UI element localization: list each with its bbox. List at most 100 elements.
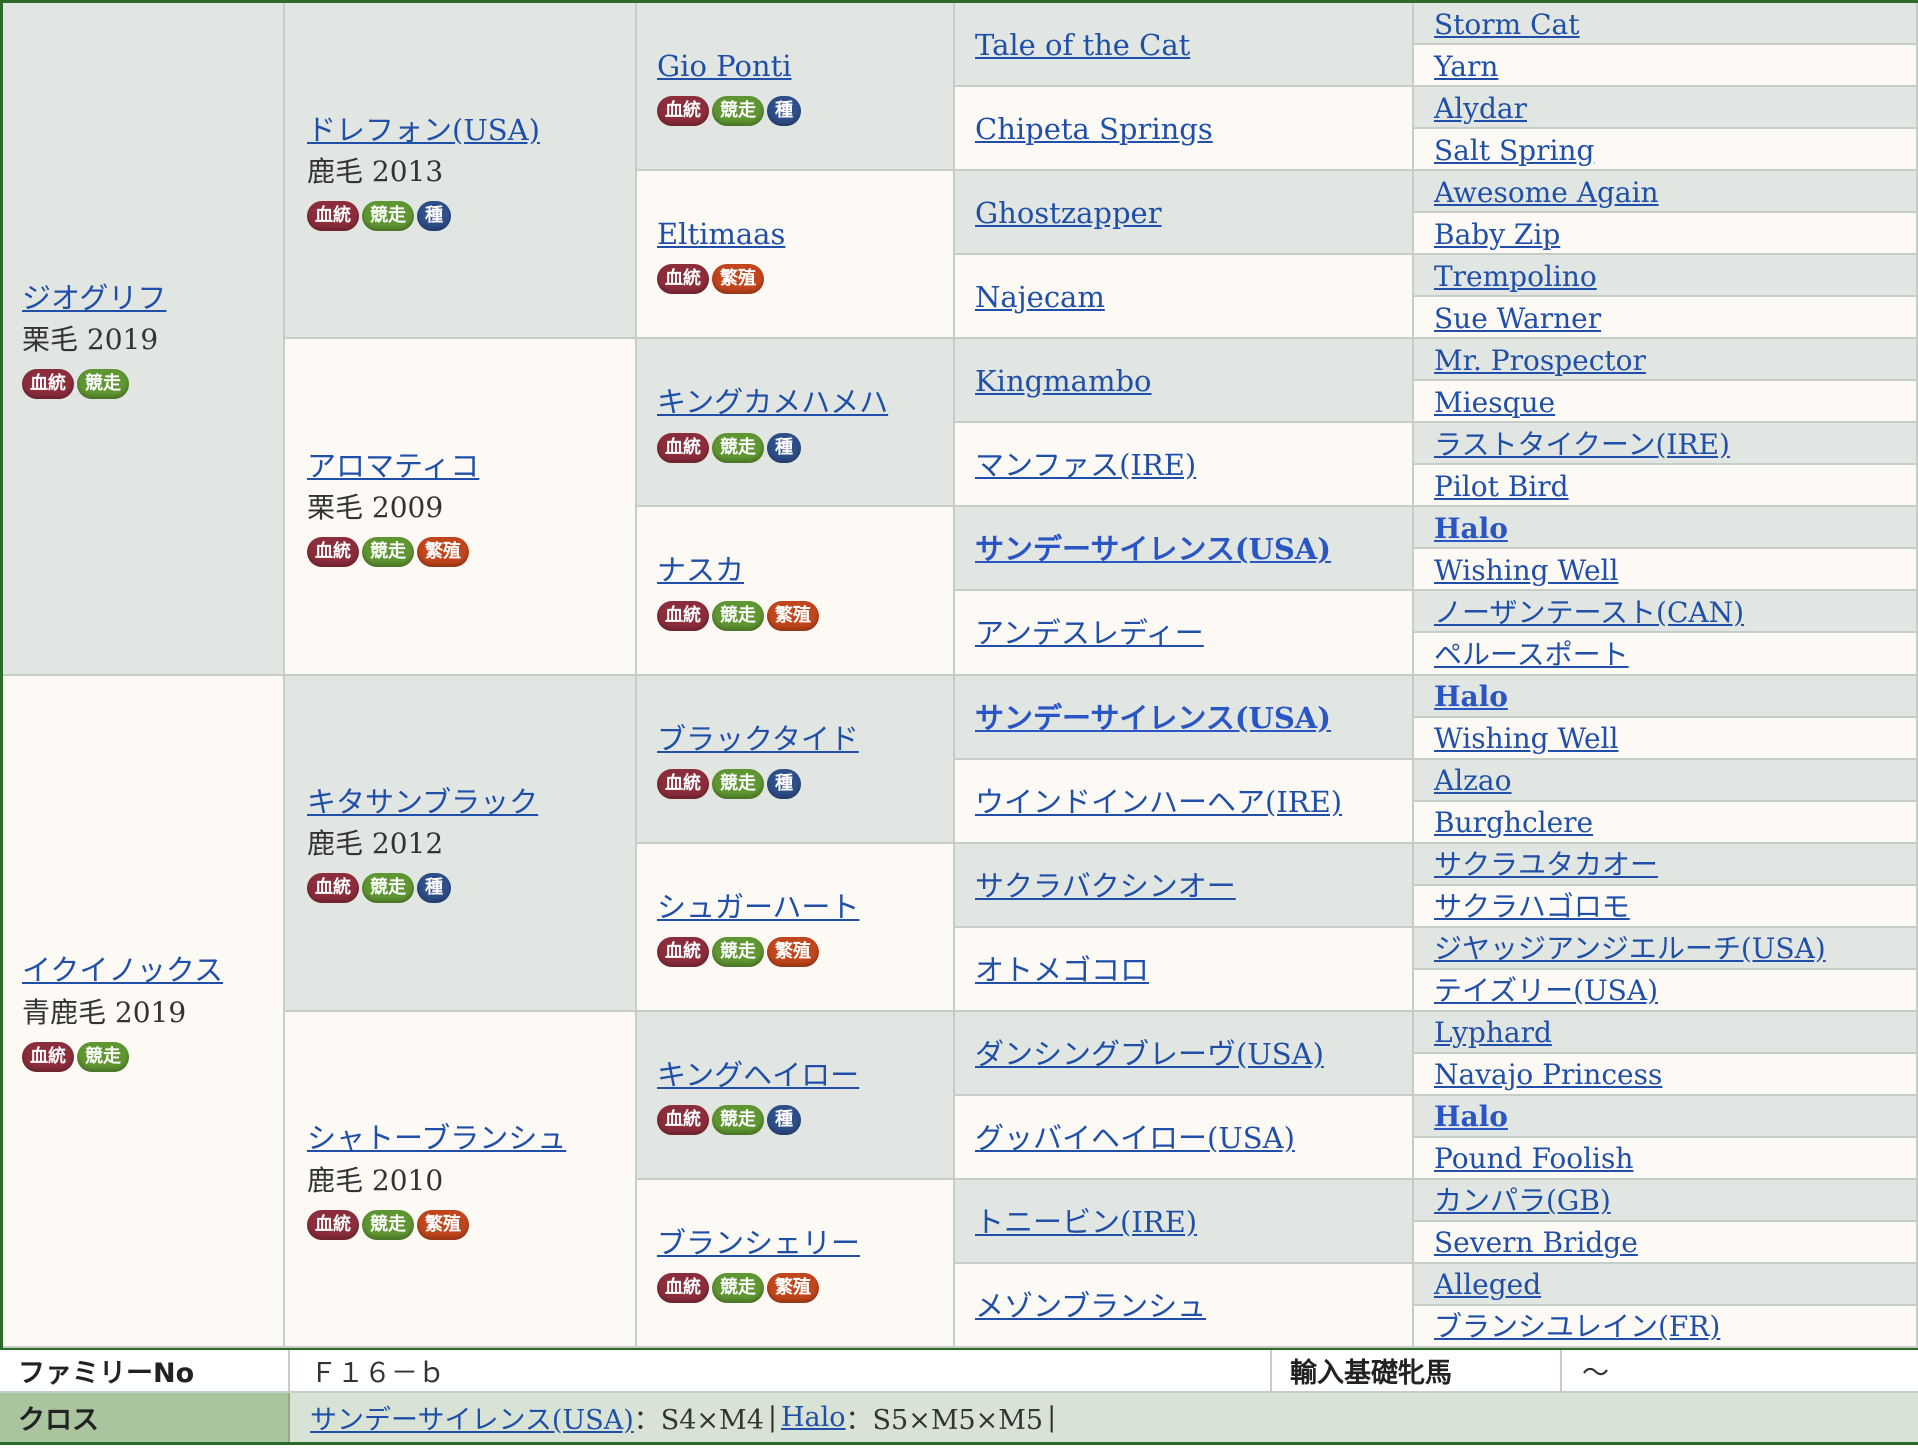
horse-name-link[interactable]: Salt Spring <box>1434 133 1594 168</box>
breed-badge[interactable]: 繁殖 <box>767 936 819 967</box>
horse-name-link[interactable]: ブランシェリー <box>657 1225 860 1261</box>
horse-name-link[interactable]: イクイノックス <box>22 952 223 988</box>
race-badge[interactable]: 競走 <box>712 936 764 967</box>
horse-name-link[interactable]: Storm Cat <box>1434 7 1580 42</box>
horse-name-link[interactable]: ナスカ <box>657 552 819 588</box>
horse-name-link[interactable]: Chipeta Springs <box>975 111 1213 147</box>
horse-name-link[interactable]: シュガーハート <box>657 889 859 925</box>
horse-name-link[interactable]: ノーザンテースト(CAN) <box>1434 595 1744 630</box>
horse-name-link[interactable]: Gio Ponti <box>657 48 801 84</box>
horse-name-link[interactable]: ドレフォン(USA) <box>307 112 540 148</box>
horse-name-link[interactable]: Miesque <box>1434 385 1555 420</box>
horse-name-link[interactable]: サクラハゴロモ <box>1434 889 1630 924</box>
blood-badge[interactable]: 血統 <box>657 264 709 295</box>
horse-name-link[interactable]: Halo <box>1434 1099 1508 1134</box>
horse-name-link[interactable]: ウインドインハーヘア(IRE) <box>975 784 1342 820</box>
blood-badge[interactable]: 血統 <box>657 1105 709 1136</box>
horse-name-link[interactable]: Navajo Princess <box>1434 1057 1662 1092</box>
race-badge[interactable]: 競走 <box>362 200 414 231</box>
blood-badge[interactable]: 血統 <box>22 369 74 399</box>
horse-name-link[interactable]: Halo <box>1434 679 1508 714</box>
race-badge[interactable]: 競走 <box>712 600 764 631</box>
horse-name-link[interactable]: Wishing Well <box>1434 721 1618 756</box>
horse-name-link[interactable]: Najecam <box>975 279 1105 315</box>
horse-name-link[interactable]: サクラユタカオー <box>1434 847 1658 882</box>
horse-name-link[interactable]: ジヤッジアンジエルーチ(USA) <box>1434 931 1826 966</box>
blood-badge[interactable]: 血統 <box>307 200 359 231</box>
horse-name-link[interactable]: ジオグリフ <box>22 280 166 316</box>
blood-badge[interactable]: 血統 <box>307 537 359 568</box>
stud-badge[interactable]: 種 <box>767 432 801 463</box>
blood-badge[interactable]: 血統 <box>657 432 709 463</box>
horse-name-link[interactable]: Yarn <box>1434 49 1498 84</box>
stud-badge[interactable]: 種 <box>417 873 451 904</box>
horse-name-link[interactable]: ペルースポート <box>1434 637 1629 672</box>
blood-badge[interactable]: 血統 <box>657 96 709 127</box>
horse-name-link[interactable]: キタサンブラック <box>307 784 538 820</box>
horse-name-link[interactable]: Baby Zip <box>1434 217 1560 252</box>
race-badge[interactable]: 競走 <box>712 96 764 127</box>
horse-name-link[interactable]: ラストタイクーン(IRE) <box>1434 427 1730 462</box>
horse-name-link[interactable]: サクラバクシンオー <box>975 868 1236 904</box>
race-badge[interactable]: 競走 <box>77 369 129 399</box>
breed-badge[interactable]: 繁殖 <box>712 264 764 295</box>
horse-name-link[interactable]: ブランシユレイン(FR) <box>1434 1309 1720 1344</box>
race-badge[interactable]: 競走 <box>362 537 414 568</box>
blood-badge[interactable]: 血統 <box>22 1041 74 1072</box>
horse-name-link[interactable]: マンファス(IRE) <box>975 447 1196 483</box>
horse-name-link[interactable]: サンデーサイレンス(USA) <box>975 700 1331 736</box>
blood-badge[interactable]: 血統 <box>307 1209 359 1240</box>
breed-badge[interactable]: 繁殖 <box>417 1209 469 1240</box>
horse-name-link[interactable]: Pound Foolish <box>1434 1141 1633 1176</box>
horse-name-link[interactable]: キングヘイロー <box>657 1057 859 1093</box>
horse-name-link[interactable]: テイズリー(USA) <box>1434 973 1658 1008</box>
horse-name-link[interactable]: メゾンブランシュ <box>975 1288 1206 1324</box>
horse-name-link[interactable]: シャトーブランシュ <box>307 1120 566 1156</box>
cross-horse-link[interactable]: サンデーサイレンス(USA) <box>310 1398 634 1437</box>
horse-name-link[interactable]: Severn Bridge <box>1434 1225 1638 1260</box>
horse-name-link[interactable]: Mr. Prospector <box>1434 343 1646 378</box>
breed-badge[interactable]: 繁殖 <box>417 537 469 568</box>
horse-name-link[interactable]: ダンシングブレーヴ(USA) <box>975 1036 1324 1072</box>
race-badge[interactable]: 競走 <box>362 1209 414 1240</box>
horse-name-link[interactable]: サンデーサイレンス(USA) <box>975 531 1331 567</box>
horse-name-link[interactable]: Trempolino <box>1434 259 1597 294</box>
stud-badge[interactable]: 種 <box>767 1105 801 1136</box>
horse-name-link[interactable]: Burghclere <box>1434 805 1593 840</box>
horse-name-link[interactable]: Alydar <box>1434 91 1527 126</box>
race-badge[interactable]: 競走 <box>712 1105 764 1136</box>
horse-name-link[interactable]: Eltimaas <box>657 216 785 252</box>
horse-name-link[interactable]: Awesome Again <box>1434 175 1659 210</box>
horse-name-link[interactable]: Alleged <box>1434 1267 1541 1302</box>
stud-badge[interactable]: 種 <box>767 768 801 799</box>
blood-badge[interactable]: 血統 <box>657 936 709 967</box>
horse-name-link[interactable]: トニービン(IRE) <box>975 1204 1197 1240</box>
race-badge[interactable]: 競走 <box>712 432 764 463</box>
horse-name-link[interactable]: アンデスレディー <box>975 615 1204 651</box>
horse-name-link[interactable]: Halo <box>1434 511 1508 546</box>
horse-name-link[interactable]: Sue Warner <box>1434 301 1601 336</box>
horse-name-link[interactable]: Tale of the Cat <box>975 27 1190 63</box>
stud-badge[interactable]: 種 <box>767 96 801 127</box>
horse-name-link[interactable]: キングカメハメハ <box>657 384 888 420</box>
horse-name-link[interactable]: Ghostzapper <box>975 195 1162 231</box>
race-badge[interactable]: 競走 <box>77 1041 129 1072</box>
breed-badge[interactable]: 繁殖 <box>767 600 819 631</box>
stud-badge[interactable]: 種 <box>417 200 451 231</box>
blood-badge[interactable]: 血統 <box>657 768 709 799</box>
horse-name-link[interactable]: Wishing Well <box>1434 553 1618 588</box>
horse-name-link[interactable]: Pilot Bird <box>1434 469 1569 504</box>
horse-name-link[interactable]: Alzao <box>1434 763 1511 798</box>
horse-name-link[interactable]: Lyphard <box>1434 1015 1552 1050</box>
horse-name-link[interactable]: カンパラ(GB) <box>1434 1183 1611 1218</box>
race-badge[interactable]: 競走 <box>362 873 414 904</box>
race-badge[interactable]: 競走 <box>712 1273 764 1304</box>
race-badge[interactable]: 競走 <box>712 768 764 799</box>
breed-badge[interactable]: 繁殖 <box>767 1273 819 1304</box>
horse-name-link[interactable]: アロマティコ <box>307 448 479 484</box>
horse-name-link[interactable]: グッバイヘイロー(USA) <box>975 1120 1295 1156</box>
horse-name-link[interactable]: オトメゴコロ <box>975 952 1149 988</box>
blood-badge[interactable]: 血統 <box>307 873 359 904</box>
blood-badge[interactable]: 血統 <box>657 1273 709 1304</box>
horse-name-link[interactable]: Kingmambo <box>975 363 1152 399</box>
